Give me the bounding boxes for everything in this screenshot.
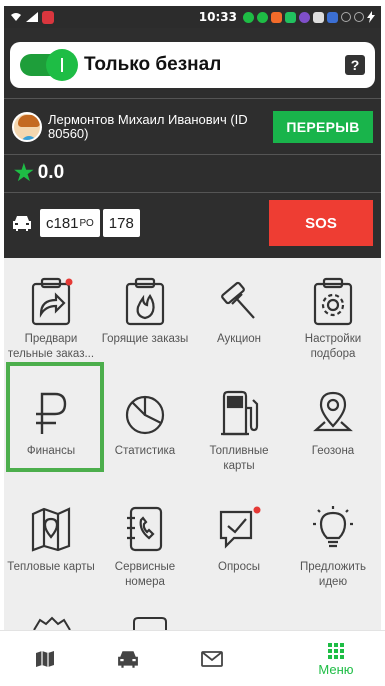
menu-item-label: Сервисные номера (114, 561, 176, 588)
driver-header: Только безнал ? Лермонтов Михаил Иванови… (4, 28, 381, 258)
gavel-icon (221, 281, 255, 319)
sos-button[interactable]: SOS (269, 200, 373, 246)
nav-messages[interactable] (182, 639, 242, 679)
divider (4, 154, 381, 155)
lightbulb-icon (313, 506, 353, 548)
nav-menu[interactable]: Меню (300, 639, 372, 679)
menu-item-statistics[interactable]: Статистика (98, 370, 192, 490)
cashless-toggle-switch[interactable] (20, 49, 78, 81)
notification-icon (285, 11, 296, 23)
avatar (12, 112, 42, 142)
menu-item-heat-maps[interactable]: Тепловые карты (4, 486, 98, 606)
star-icon: ★ (14, 160, 34, 185)
rating-value: 0.0 (37, 162, 65, 183)
menu-grid: Предвари тельные заказ... Горящие заказы… (4, 258, 381, 630)
menu-item-hot-orders[interactable]: Горящие заказы (98, 258, 192, 378)
help-icon[interactable]: ? (345, 55, 365, 75)
car-plate: с181 РО (40, 209, 100, 237)
alarm-icon (354, 12, 364, 22)
menu-item-selection-settings[interactable]: Настройки подбора (286, 258, 380, 378)
phone-book-icon (127, 506, 163, 552)
car-icon (13, 216, 31, 231)
menu-item-label: Настройки подбора (304, 333, 362, 360)
notification-icon (299, 11, 310, 23)
location-pin-icon (313, 391, 353, 432)
partial-icon (133, 617, 167, 630)
menu-item-service-numbers[interactable]: Сервисные номера (98, 486, 192, 606)
menu-item-label: Предложить идею (300, 561, 366, 588)
menu-item-label: Статистика (114, 445, 176, 457)
notification-icon (257, 11, 268, 23)
plate-region: 178 (102, 209, 140, 237)
break-button[interactable]: ПЕРЕРЫВ (273, 111, 373, 143)
menu-item-fuel-cards[interactable]: Топливные карты (192, 370, 286, 490)
fuel-pump-icon (221, 390, 259, 436)
pie-chart-icon (125, 395, 165, 435)
plate-main: с181 (46, 214, 79, 232)
nav-menu-label: Меню (318, 661, 354, 677)
notification-icon (243, 11, 254, 23)
menu-item-preorders[interactable]: Предвари тельные заказ... (4, 258, 98, 378)
menu-item-suggest-idea[interactable]: Предложить идею (286, 486, 380, 606)
bottom-nav: Меню (0, 630, 385, 686)
menu-item-auction[interactable]: Аукцион (192, 258, 286, 378)
survey-icon (219, 506, 261, 549)
grid-icon (328, 642, 344, 659)
menu-item-label: Тепловые карты (7, 561, 95, 573)
app-notification-icon (42, 10, 54, 24)
alarm-icon (341, 12, 351, 22)
clipboard-gear-icon (313, 277, 353, 326)
car-row: с181 РО 178 SOS (12, 200, 373, 246)
clipboard-fire-icon (125, 277, 165, 326)
battery-charging-icon (367, 11, 375, 23)
status-left-icons (10, 10, 54, 24)
clipboard-arrow-icon (31, 277, 73, 326)
rating: ★ 0.0 (14, 160, 64, 186)
menu-item-surveys[interactable]: Опросы (192, 486, 286, 606)
menu-item-label: Геозона (311, 445, 355, 457)
car-icon (118, 651, 138, 668)
driver-name: Лермонтов Михаил Иванович (ID 80560) (48, 112, 248, 141)
notification-icon (313, 11, 324, 23)
menu-item-label: Топливные карты (209, 445, 269, 472)
heat-map-icon (31, 507, 71, 552)
driver-row: Лермонтов Михаил Иванович (ID 80560) ПЕР… (12, 106, 373, 148)
nav-orders[interactable] (98, 639, 158, 679)
toggle-knob (46, 49, 78, 81)
notification-icon (271, 11, 282, 23)
mail-icon (201, 651, 223, 667)
partial-icon (33, 616, 71, 630)
status-bar: 10:33 (4, 6, 381, 28)
menu-item-label: Опросы (218, 561, 260, 573)
plate-suffix: РО (79, 217, 94, 229)
status-time: 10:33 (198, 10, 237, 24)
status-notification-icons (243, 11, 375, 23)
cashless-toggle-card: Только безнал ? (10, 42, 375, 88)
app-screen: 10:33 Только безнал ? Лермонтов Михаил И… (0, 0, 385, 686)
finance-highlight (6, 362, 104, 472)
menu-item-geozone[interactable]: Геозона (286, 370, 380, 490)
divider (4, 192, 381, 193)
notification-icon (327, 11, 338, 23)
menu-item-label: Предвари тельные заказ... (7, 333, 95, 360)
map-icon (36, 651, 54, 667)
signal-icon (26, 12, 38, 22)
nav-map[interactable] (15, 639, 75, 679)
menu-item-label: Горящие заказы (101, 333, 189, 345)
divider (4, 98, 381, 99)
wifi-icon (11, 13, 21, 21)
cashless-toggle-label: Только безнал (84, 54, 222, 75)
menu-item-label: Аукцион (216, 333, 262, 345)
